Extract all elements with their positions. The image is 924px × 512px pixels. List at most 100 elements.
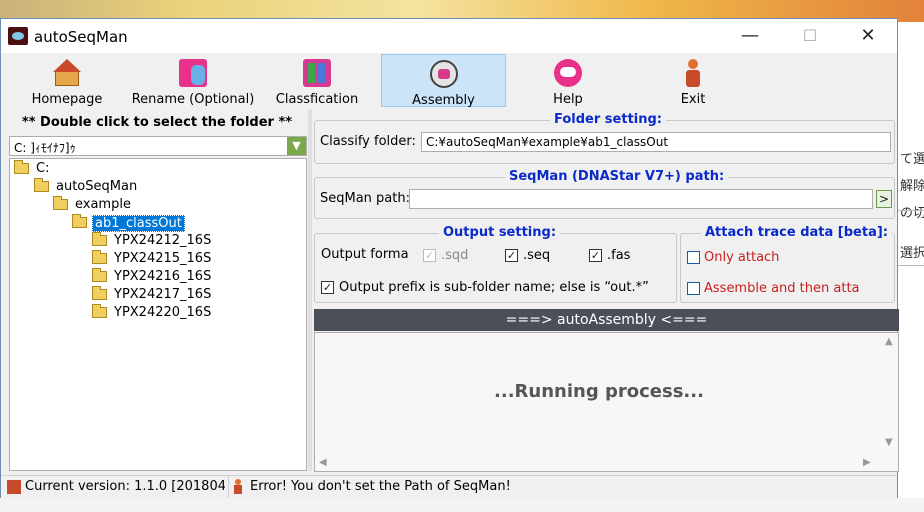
- only-attach-label: Only attach: [704, 250, 780, 265]
- fas-label: .fas: [607, 248, 631, 263]
- books-icon: [303, 59, 331, 87]
- exit-button[interactable]: Exit: [651, 54, 735, 107]
- folder-icon: [92, 232, 107, 246]
- assembly-icon: [429, 60, 458, 88]
- chat-bubbles-icon: [554, 59, 582, 87]
- folder-hint: ** Double click to select the folder **: [21, 115, 293, 130]
- running-process-text: ...Running process...: [494, 381, 704, 402]
- vertical-scrollbar[interactable]: ▲ ▼: [881, 333, 898, 455]
- toolbar: Homepage Rename (Optional) Classfication…: [1, 53, 897, 109]
- tree-node-label: YPX24215_16S: [114, 251, 212, 266]
- folder-setting-group: Folder setting: Classify folder: C:¥auto…: [314, 112, 895, 164]
- classify-folder-input[interactable]: C:¥autoSeqMan¥example¥ab1_classOut: [421, 132, 891, 152]
- tree-node-label: ab1_classOut: [92, 215, 185, 232]
- process-output-area[interactable]: ...Running process... ▲ ▼ ◀ ▶: [314, 332, 899, 472]
- minimize-button[interactable]: —: [721, 19, 779, 53]
- browse-button[interactable]: >: [876, 190, 892, 208]
- toolbar-label: Exit: [680, 92, 706, 107]
- seq-checkbox[interactable]: ✓: [505, 249, 518, 262]
- folder-icon: [92, 286, 107, 300]
- auto-assembly-button[interactable]: ===> autoAssembly <===: [314, 309, 899, 331]
- scroll-left-icon[interactable]: ◀: [319, 457, 327, 468]
- chevron-down-icon[interactable]: ▼: [287, 137, 306, 155]
- drive-value: C: ]ｨﾓｲﾅﾌ]ｩ: [14, 141, 76, 155]
- seqman-path-input[interactable]: [409, 189, 873, 209]
- exit-person-icon: [679, 59, 707, 87]
- folder-panel: ** Double click to select the folder ** …: [7, 109, 307, 471]
- error-message: Error! You don't set the Path of SeqMan!: [250, 479, 511, 494]
- classification-button[interactable]: Classfication: [265, 54, 369, 107]
- app-status-icon: [7, 480, 21, 494]
- title-bar: autoSeqMan — ☐ ✕: [1, 19, 897, 53]
- folder-icon: [53, 196, 68, 210]
- tree-node-label: YPX24216_16S: [114, 269, 212, 284]
- exit-person-icon: [233, 479, 243, 494]
- attach-trace-group: Attach trace data [beta]: Only attach As…: [680, 225, 895, 303]
- background-text: 解除: [900, 179, 924, 194]
- toolbar-label: Classfication: [275, 92, 359, 107]
- scroll-down-icon[interactable]: ▼: [885, 437, 893, 448]
- app-logo-icon: [8, 27, 28, 45]
- tree-node-label: example: [75, 197, 131, 212]
- tree-node-label: autoSeqMan: [56, 179, 138, 194]
- folder-open-icon: [72, 214, 87, 228]
- toolbar-label: Help: [553, 92, 583, 107]
- output-format-label: Output forma: [321, 247, 409, 262]
- seqman-group: SeqMan (DNAStar V7+) path: SeqMan path: …: [314, 169, 895, 219]
- classify-folder-label: Classify folder:: [320, 134, 416, 149]
- background-text: 選択: [900, 246, 924, 261]
- assemble-attach-checkbox[interactable]: [687, 282, 700, 295]
- drive-select[interactable]: C: ]ｨﾓｲﾅﾌ]ｩ ▼: [9, 136, 307, 156]
- tree-node-label: YPX24217_16S: [114, 287, 212, 302]
- folder-icon: [92, 250, 107, 264]
- folder-icon: [14, 160, 29, 174]
- tree-node-label: YPX24212_16S: [114, 233, 212, 248]
- prefix-checkbox[interactable]: ✓: [321, 281, 334, 294]
- background-divider: [898, 210, 924, 211]
- folder-icon: [92, 268, 107, 282]
- assemble-attach-label: Assemble and then atta: [704, 281, 860, 296]
- prefix-label: Output prefix is sub-folder name; else i…: [339, 280, 649, 295]
- homepage-button[interactable]: Homepage: [15, 54, 119, 107]
- window-title: autoSeqMan: [34, 28, 128, 46]
- folder-icon: [92, 304, 107, 318]
- fas-checkbox[interactable]: ✓: [589, 249, 602, 262]
- seq-label: .seq: [523, 248, 551, 263]
- sqd-label: .sqd: [441, 248, 469, 263]
- horizontal-scrollbar[interactable]: ◀ ▶: [315, 454, 882, 471]
- seqman-title: SeqMan (DNAStar V7+) path:: [505, 169, 729, 184]
- version-text: Current version: 1.1.0 [201804: [25, 479, 225, 494]
- version-status: Current version: 1.1.0 [201804: [7, 476, 225, 498]
- assembly-button[interactable]: Assembly: [381, 54, 506, 108]
- maximize-button[interactable]: ☐: [781, 19, 839, 53]
- close-button[interactable]: ✕: [839, 19, 897, 53]
- background-text: て選: [900, 152, 924, 167]
- scroll-right-icon[interactable]: ▶: [863, 457, 871, 468]
- rename-icon: [179, 59, 207, 87]
- status-bar: Current version: 1.1.0 [201804 Error! Yo…: [1, 475, 897, 498]
- background-window: て選 解除 の切 選択: [898, 22, 924, 512]
- folder-tree[interactable]: C: autoSeqMan example ab1_classOut YPX24…: [9, 158, 307, 471]
- message-status: Error! You don't set the Path of SeqMan!: [228, 476, 897, 498]
- folder-icon: [34, 178, 49, 192]
- toolbar-label: Assembly: [412, 93, 475, 108]
- seqman-path-label: SeqMan path:: [320, 191, 410, 206]
- app-window: autoSeqMan — ☐ ✕ Homepage Rename (Option…: [0, 18, 899, 498]
- attach-trace-title: Attach trace data [beta]:: [701, 225, 892, 240]
- panel-splitter[interactable]: [308, 109, 312, 471]
- rename-button[interactable]: Rename (Optional): [127, 54, 259, 107]
- background-text: の切: [900, 206, 924, 221]
- output-setting-title: Output setting:: [439, 225, 561, 240]
- sqd-checkbox[interactable]: ✓: [423, 249, 436, 262]
- toolbar-label: Rename (Optional): [131, 92, 255, 107]
- output-setting-group: Output setting: Output forma ✓ .sqd ✓ .s…: [314, 225, 677, 303]
- toolbar-label: Homepage: [31, 92, 103, 107]
- background-divider: [898, 265, 924, 266]
- scroll-up-icon[interactable]: ▲: [885, 336, 893, 347]
- only-attach-checkbox[interactable]: [687, 251, 700, 264]
- folder-setting-title: Folder setting:: [550, 112, 666, 127]
- taskbar-strip: [0, 498, 924, 512]
- tree-node-label: YPX24220_16S: [114, 305, 212, 320]
- home-icon: [53, 59, 81, 87]
- help-button[interactable]: Help: [526, 54, 610, 107]
